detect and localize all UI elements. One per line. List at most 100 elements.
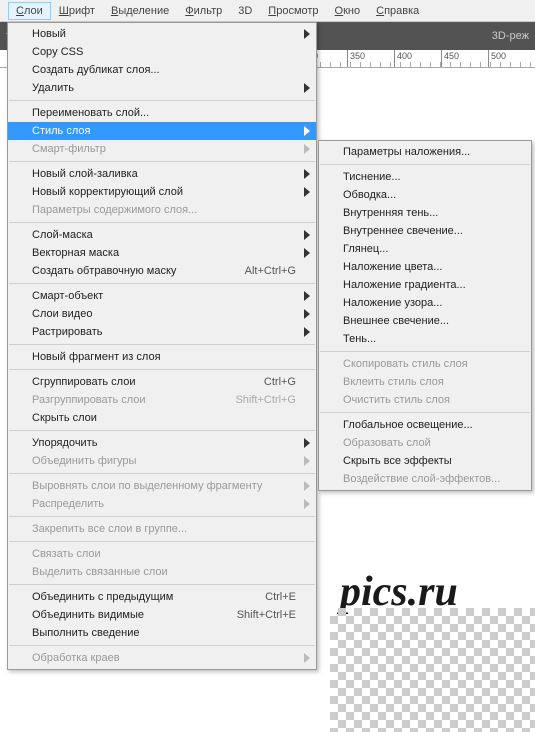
submenu-arrow-icon <box>304 327 310 337</box>
layers-menu-item[interactable]: Смарт-объект <box>8 287 316 305</box>
layers-menu-item[interactable]: Новый корректирующий слой <box>8 183 316 201</box>
menu-item-label: Растрировать <box>32 326 103 338</box>
menubar-item-справка[interactable]: Справка <box>368 2 427 20</box>
layers-menu-item[interactable]: Векторная маска <box>8 244 316 262</box>
layers-menu-item[interactable]: Слой-маска <box>8 226 316 244</box>
layers-menu-item: Закрепить все слои в группе... <box>8 520 316 538</box>
layer-style-submenu-item[interactable]: Наложение градиента... <box>319 276 531 294</box>
layer-style-submenu-item[interactable]: Скрыть все эффекты <box>319 452 531 470</box>
submenu-arrow-icon <box>304 309 310 319</box>
menubar-item-3d[interactable]: 3D <box>230 2 260 20</box>
layers-menu-item[interactable]: Упорядочить <box>8 434 316 452</box>
menu-item-label: Векторная маска <box>32 247 119 259</box>
menu-item-label: Внутреннее свечение... <box>343 225 463 237</box>
submenu-arrow-icon <box>304 144 310 154</box>
menu-item-shortcut: Alt+Ctrl+G <box>225 265 296 277</box>
layer-style-submenu-item[interactable]: Тень... <box>319 330 531 348</box>
layers-menu-item[interactable]: Переименовать слой... <box>8 104 316 122</box>
layer-style-submenu-item[interactable]: Наложение узора... <box>319 294 531 312</box>
layers-menu-item[interactable]: Новый фрагмент из слоя <box>8 348 316 366</box>
menu-item-label: Обработка краев <box>32 652 120 664</box>
submenu-arrow-icon <box>304 291 310 301</box>
menu-item-label: Скопировать стиль слоя <box>343 358 468 370</box>
layers-menu-item[interactable]: Слои видео <box>8 305 316 323</box>
menu-item-shortcut: Shift+Ctrl+E <box>217 609 296 621</box>
submenu-arrow-icon <box>304 83 310 93</box>
transparency-checker <box>330 608 535 732</box>
menu-separator <box>9 161 315 162</box>
menu-separator <box>9 283 315 284</box>
layers-menu-item[interactable]: Создать обтравочную маску Alt+Ctrl+G <box>8 262 316 280</box>
layers-menu-item[interactable]: Растрировать <box>8 323 316 341</box>
menu-item-label: Удалить <box>32 82 74 94</box>
menu-item-label: Параметры наложения... <box>343 146 470 158</box>
submenu-arrow-icon <box>304 248 310 258</box>
layer-style-submenu-item[interactable]: Глянец... <box>319 240 531 258</box>
menu-item-label: Очистить стиль слоя <box>343 394 450 406</box>
menu-item-label: Объединить видимые <box>32 609 144 621</box>
menu-item-label: Объединить с предыдущим <box>32 591 173 603</box>
menu-item-label: Copy CSS <box>32 46 83 58</box>
layers-menu-item[interactable]: Создать дубликат слоя... <box>8 61 316 79</box>
layers-menu-item[interactable]: Стиль слоя <box>8 122 316 140</box>
layer-style-submenu-item[interactable]: Внутренняя тень... <box>319 204 531 222</box>
menu-item-label: Слой-маска <box>32 229 93 241</box>
layer-style-submenu-item[interactable]: Тиснение... <box>319 168 531 186</box>
submenu-arrow-icon <box>304 499 310 509</box>
layer-style-submenu-item[interactable]: Наложение цвета... <box>319 258 531 276</box>
layers-menu: Новый Copy CSS Создать дубликат слоя... Уда… <box>7 22 317 670</box>
submenu-arrow-icon <box>304 481 310 491</box>
menu-item-label: Связать слои <box>32 548 101 560</box>
menu-item-label: Тиснение... <box>343 171 401 183</box>
layer-style-submenu-item[interactable]: Внешнее свечение... <box>319 312 531 330</box>
layer-style-submenu-item[interactable]: Внутреннее свечение... <box>319 222 531 240</box>
menu-item-label: Создать обтравочную маску <box>32 265 176 277</box>
menu-item-shortcut: Shift+Ctrl+G <box>215 394 296 406</box>
layers-menu-item[interactable]: Выполнить сведение <box>8 624 316 642</box>
layers-menu-item[interactable]: Скрыть слои <box>8 409 316 427</box>
layers-menu-item[interactable]: Новый <box>8 25 316 43</box>
menu-item-label: Стиль слоя <box>32 125 90 137</box>
ruler-tick-label: 500 <box>491 51 506 61</box>
menu-item-label: Воздействие слой-эффектов... <box>343 473 500 485</box>
menu-item-label: Новый корректирующий слой <box>32 186 183 198</box>
menu-separator <box>9 516 315 517</box>
layers-menu-item[interactable]: Новый слой-заливка <box>8 165 316 183</box>
layer-style-submenu: Параметры наложения... Тиснение... Обводка… <box>318 140 532 491</box>
menu-item-label: Внешнее свечение... <box>343 315 449 327</box>
mode-3d-label[interactable]: 3D-реж <box>492 30 529 42</box>
menubar-item-просмотр[interactable]: Просмотр <box>260 2 326 20</box>
menu-separator <box>320 351 530 352</box>
menu-item-label: Объединить фигуры <box>32 455 136 467</box>
menu-item-label: Смарт-объект <box>32 290 103 302</box>
menu-item-label: Новый фрагмент из слоя <box>32 351 161 363</box>
menubar-item-окно[interactable]: Окно <box>327 2 369 20</box>
submenu-arrow-icon <box>304 653 310 663</box>
menu-item-label: Вклеить стиль слоя <box>343 376 444 388</box>
menubar-item-слои[interactable]: Слои <box>8 2 51 20</box>
layers-menu-item[interactable]: Объединить с предыдущимCtrl+E <box>8 588 316 606</box>
layers-menu-item: Смарт-фильтр <box>8 140 316 158</box>
layer-style-submenu-item[interactable]: Обводка... <box>319 186 531 204</box>
layer-style-submenu-item[interactable]: Параметры наложения... <box>319 143 531 161</box>
layers-menu-item[interactable]: Удалить <box>8 79 316 97</box>
menu-separator <box>320 412 530 413</box>
layers-menu-item[interactable]: Сгруппировать слоиCtrl+G <box>8 373 316 391</box>
menu-separator <box>9 369 315 370</box>
menu-separator <box>9 100 315 101</box>
layers-menu-item: Объединить фигуры <box>8 452 316 470</box>
menu-item-label: Глобальное освещение... <box>343 419 473 431</box>
menu-item-label: Обводка... <box>343 189 396 201</box>
menubar-item-выделение[interactable]: Выделение <box>103 2 177 20</box>
ruler-tick-label: 400 <box>397 51 412 61</box>
menubar-item-фильтр[interactable]: Фильтр <box>177 2 230 20</box>
submenu-arrow-icon <box>304 29 310 39</box>
submenu-arrow-icon <box>304 230 310 240</box>
layer-style-submenu-item[interactable]: Глобальное освещение... <box>319 416 531 434</box>
menu-separator <box>9 645 315 646</box>
menubar-item-шрифт[interactable]: Шрифт <box>51 2 103 20</box>
layers-menu-item[interactable]: Объединить видимые Shift+Ctrl+E <box>8 606 316 624</box>
layer-style-submenu-item: Воздействие слой-эффектов... <box>319 470 531 488</box>
layers-menu-item: Разгруппировать слоиShift+Ctrl+G <box>8 391 316 409</box>
layers-menu-item[interactable]: Copy CSS <box>8 43 316 61</box>
